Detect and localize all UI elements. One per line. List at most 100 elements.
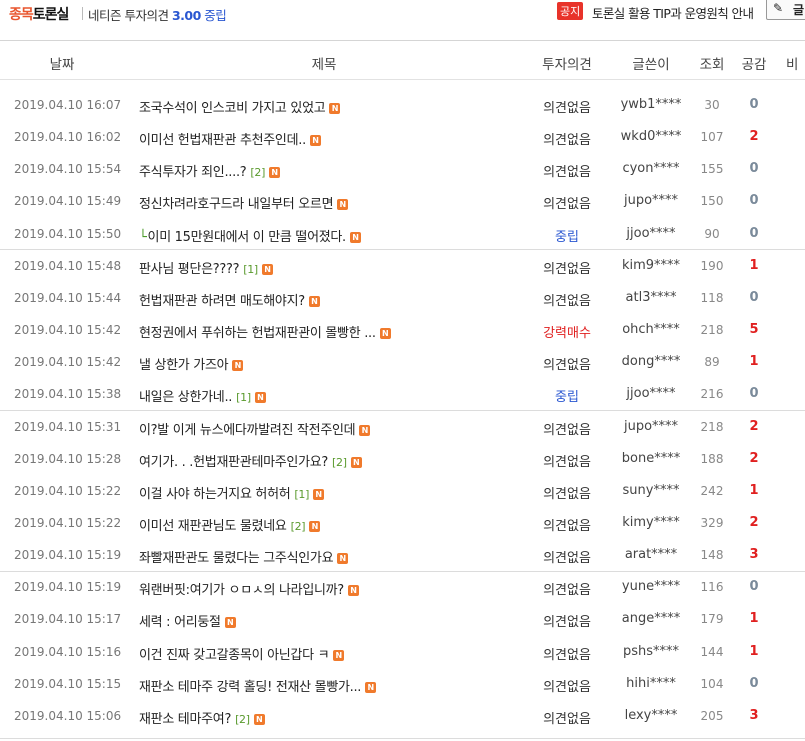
post-views: 155: [700, 162, 724, 176]
post-likes: 2: [749, 515, 759, 530]
comment-count[interactable]: [1]: [236, 391, 251, 404]
post-writer[interactable]: dong****: [612, 354, 690, 369]
comment-count[interactable]: [1]: [243, 263, 258, 276]
post-title-link[interactable]: 판사님 평단은???? [1] N: [139, 258, 273, 277]
investor-opinion: 네티즌 투자의견 3.00 중립: [88, 5, 227, 24]
post-opinion: 의견없음: [543, 197, 591, 212]
post-title-text: 낼 상한가 가즈아: [139, 358, 229, 373]
post-title-link[interactable]: 이미선 헌법재판관 추천주인데.. N: [139, 129, 321, 148]
post-views: 116: [700, 580, 724, 594]
post-date: 2019.04.10 15:42: [14, 323, 122, 337]
new-badge-icon: N: [269, 167, 281, 178]
post-title-link[interactable]: 여기가. . .헌법재판관테마주인가요? [2] N: [139, 451, 362, 470]
post-title-link[interactable]: 워랜버핏:여기가 ㅇㅁㅅ의 나라입니까? N: [139, 579, 359, 598]
post-date: 2019.04.10 15:54: [14, 162, 122, 176]
post-title-link[interactable]: 정신차려라호구드라 내일부터 오르면 N: [139, 193, 349, 212]
notice-link[interactable]: 토론실 활용 TIP과 운영원칙 안내: [592, 3, 754, 22]
post-date: 2019.04.10 15:38: [14, 387, 122, 401]
post-writer[interactable]: wkd0****: [612, 129, 690, 144]
new-badge-icon: N: [349, 232, 361, 243]
post-title-link[interactable]: 현정권에서 푸쉬하는 헌법재판관이 몰빵한 ... N: [139, 322, 391, 341]
post-writer[interactable]: jjoo****: [612, 386, 690, 401]
post-opinion: 의견없음: [543, 455, 591, 470]
post-date: 2019.04.10 15:22: [14, 516, 122, 530]
post-writer[interactable]: ohch****: [612, 322, 690, 337]
post-writer[interactable]: arat****: [612, 547, 690, 562]
post-writer[interactable]: hihi****: [612, 676, 690, 691]
new-badge-icon: N: [329, 103, 341, 114]
post-writer[interactable]: ange****: [612, 611, 690, 626]
table-header: 날짜 제목 투자의견 글쓴이 조회 공감 비: [0, 41, 805, 79]
comment-count[interactable]: [1]: [294, 488, 309, 501]
post-writer[interactable]: lexy****: [612, 708, 690, 723]
new-badge-icon: N: [224, 617, 236, 628]
comment-count[interactable]: [2]: [332, 456, 347, 469]
post-date: 2019.04.10 15:22: [14, 484, 122, 498]
post-title-link[interactable]: 내일은 상한가네.. [1] N: [139, 386, 266, 405]
top-bar: 종목토론실 네티즌 투자의견 3.00 중립 공지 토론실 활용 TIP과 운영…: [0, 0, 805, 26]
comment-count[interactable]: [2]: [291, 520, 306, 533]
post-writer[interactable]: yune****: [612, 579, 690, 594]
new-badge-icon: N: [313, 489, 325, 500]
post-writer[interactable]: jupo****: [612, 193, 690, 208]
col-writer: 글쓴이: [632, 57, 670, 73]
post-writer[interactable]: bone****: [612, 451, 690, 466]
write-button[interactable]: ✎ 글: [766, 0, 805, 20]
comment-count[interactable]: [2]: [250, 166, 265, 179]
table-row: 2019.04.10 15:17 세력 : 어리둥절 N 의견없음 ange**** 17…: [0, 604, 805, 636]
post-title-link[interactable]: 헌법재판관 하려면 매도해야지? N: [139, 290, 320, 309]
post-opinion: 의견없음: [543, 165, 591, 180]
post-writer[interactable]: jupo****: [612, 419, 690, 434]
post-views: 90: [704, 227, 720, 241]
post-writer[interactable]: kimy****: [612, 515, 690, 530]
post-writer[interactable]: atl3****: [612, 290, 690, 305]
post-views: 218: [700, 323, 724, 337]
post-writer[interactable]: ywb1****: [612, 97, 690, 112]
post-title-link[interactable]: └이미 15만원대에서 이 만큼 떨어졌다. N: [139, 226, 361, 245]
post-title-link[interactable]: 좌빨재판관도 물렸다는 그주식인가요 N: [139, 547, 349, 566]
post-title-link[interactable]: 주식투자가 죄인....? [2] N: [139, 161, 281, 180]
post-opinion: 의견없음: [543, 358, 591, 373]
post-title-text: 좌빨재판관도 물렸다는 그주식인가요: [139, 551, 334, 566]
new-badge-icon: N: [350, 457, 362, 468]
post-title-link[interactable]: 세력 : 어리둥절 N: [139, 611, 236, 630]
post-opinion: 의견없음: [543, 648, 591, 663]
post-writer[interactable]: jjoo****: [612, 226, 690, 241]
new-badge-icon: N: [232, 360, 244, 371]
post-title-text: 이걸 사야 하는거지요 허허허: [139, 487, 291, 502]
post-likes: 0: [749, 193, 759, 208]
board-title[interactable]: 종목토론실: [9, 4, 69, 24]
post-title-link[interactable]: 조국수석이 인스코비 가지고 있었고 N: [139, 97, 341, 116]
post-likes: 1: [749, 644, 759, 659]
comment-count[interactable]: [2]: [235, 713, 250, 726]
table-row: 2019.04.10 15:22 이걸 사야 하는거지요 허허허 [1] N 의견없음 s…: [0, 476, 805, 508]
post-writer[interactable]: kim9****: [612, 258, 690, 273]
post-title-link[interactable]: 이걸 사야 하는거지요 허허허 [1] N: [139, 483, 325, 502]
post-title-text: 내일은 상한가네..: [139, 390, 233, 405]
post-likes: 2: [749, 419, 759, 434]
post-title-link[interactable]: 낼 상한가 가즈아 N: [139, 354, 244, 373]
post-title-link[interactable]: 재판소 테마주여? [2] N: [139, 708, 265, 727]
col-date: 날짜: [49, 57, 75, 73]
post-title-link[interactable]: 이?발 이게 뉴스에다까발려진 작전주인데 N: [139, 419, 371, 438]
post-likes: 0: [749, 676, 759, 691]
post-date: 2019.04.10 15:19: [14, 548, 122, 562]
post-date: 2019.04.10 15:17: [14, 612, 122, 626]
post-writer[interactable]: suny****: [612, 483, 690, 498]
table-row: 2019.04.10 15:28 여기가. . .헌법재판관테마주인가요? [2] N…: [0, 444, 805, 476]
post-likes: 0: [749, 386, 759, 401]
post-writer[interactable]: cyon****: [612, 161, 690, 176]
post-opinion: 의견없음: [543, 262, 591, 277]
new-badge-icon: N: [261, 264, 273, 275]
post-writer[interactable]: pshs****: [612, 644, 690, 659]
post-views: 107: [700, 130, 724, 144]
divider: [82, 7, 83, 20]
post-opinion: 의견없음: [543, 101, 591, 116]
post-title-link[interactable]: 이건 진짜 갖고갈종목이 아닌갑다 ㅋN: [139, 644, 345, 663]
table-row: 2019.04.10 15:54 주식투자가 죄인....? [2] N 의견없음 cyo…: [0, 154, 805, 186]
post-title-link[interactable]: 재판소 테마주 강력 홀딩! 전재산 몰빵가... N: [139, 676, 377, 695]
new-badge-icon: N: [359, 425, 371, 436]
post-title-link[interactable]: 이미선 재판관님도 물렸네요 [2] N: [139, 515, 321, 534]
opinion-label: 중립: [200, 8, 227, 23]
post-title-text: 이미 15만원대에서 이 만큼 떨어졌다.: [147, 230, 347, 245]
